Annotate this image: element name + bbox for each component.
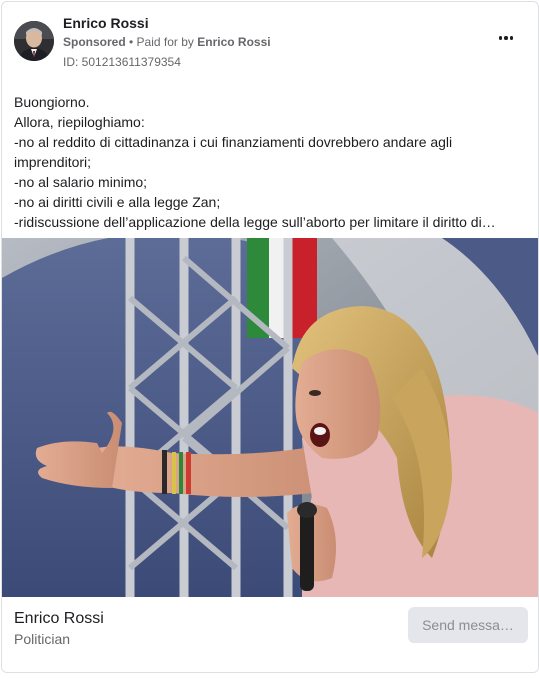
- sponsored-line: Sponsored • Paid for by Enrico Rossi: [63, 35, 271, 49]
- speaker-photo: [2, 238, 538, 597]
- separator-dot: •: [125, 35, 137, 49]
- paid-for-by-link[interactable]: Enrico Rossi: [197, 35, 270, 49]
- paid-for-prefix: Paid for by: [136, 35, 198, 49]
- sponsored-label: Sponsored: [63, 35, 126, 49]
- ad-id: ID: 501213611379354: [63, 55, 181, 69]
- ad-body-text: Buongiorno. Allora, riepiloghiamo: -no a…: [14, 92, 526, 232]
- advertiser-avatar[interactable]: [14, 21, 54, 61]
- body-line: -ridiscussione dell’applicazione della l…: [14, 214, 496, 230]
- page-name[interactable]: Enrico Rossi: [14, 610, 104, 628]
- send-message-button[interactable]: Send messa…: [408, 607, 528, 643]
- body-line: Buongiorno.: [14, 94, 90, 110]
- ad-card: Enrico Rossi Sponsored • Paid for by Enr…: [1, 1, 539, 673]
- ad-footer: Enrico Rossi Politician Send messa…: [2, 597, 538, 672]
- more-horizontal-icon: [498, 36, 514, 40]
- body-line: Allora, riepiloghiamo:: [14, 114, 145, 130]
- page-category: Politician: [14, 631, 71, 647]
- advertiser-name[interactable]: Enrico Rossi: [63, 15, 149, 31]
- body-line: -no al salario minimo;: [14, 174, 148, 190]
- body-line: -no al reddito di cittadinanza i cui fin…: [14, 134, 453, 170]
- ad-image[interactable]: [2, 238, 538, 597]
- ad-header: Enrico Rossi Sponsored • Paid for by Enr…: [2, 2, 538, 82]
- more-options-button[interactable]: [494, 30, 518, 46]
- avatar-image: [14, 21, 54, 61]
- body-line: -no ai diritti civili e alla legge Zan;: [14, 194, 221, 210]
